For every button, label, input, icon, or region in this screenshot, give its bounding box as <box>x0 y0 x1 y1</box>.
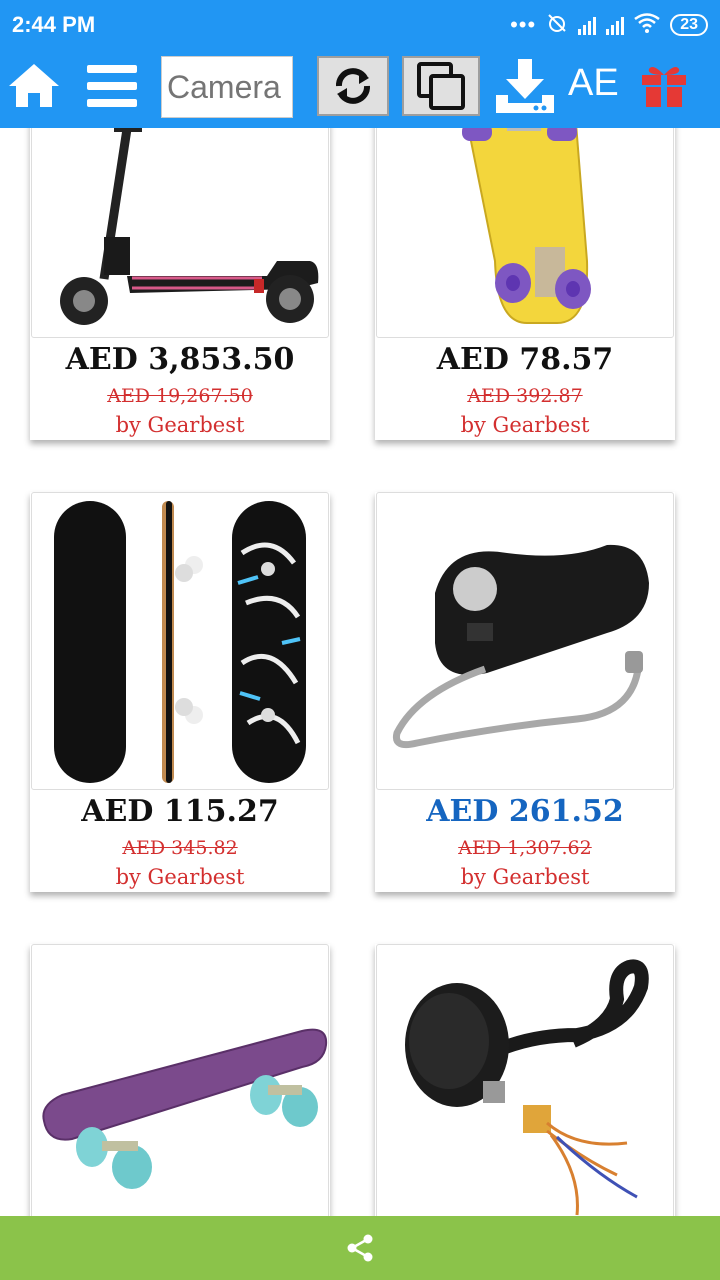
product-card[interactable]: AED 3,853.50 AED 19,267.50 by Gearbest <box>30 110 330 440</box>
country-code[interactable]: AE <box>568 62 619 105</box>
product-card[interactable]: AED 78.57 AED 392.87 by Gearbest <box>375 110 675 440</box>
product-price: AED 78.57 <box>436 342 614 377</box>
product-image-purple-board[interactable] <box>31 944 329 1234</box>
share-icon <box>347 1234 373 1262</box>
refresh-button[interactable] <box>317 56 389 116</box>
refresh-icon <box>336 68 370 104</box>
product-old-price: AED 392.87 <box>467 385 583 407</box>
product-card[interactable]: AED 261.52 AED 1,307.62 by Gearbest <box>375 492 675 892</box>
home-button[interactable] <box>6 54 62 118</box>
product-image-skateboard[interactable] <box>31 492 329 790</box>
copy-button[interactable] <box>402 56 480 116</box>
home-icon <box>9 64 59 107</box>
menu-button[interactable] <box>84 54 140 118</box>
more-dots: ••• <box>510 12 537 37</box>
app-bar: 2:44 PM ••• 23 Camera AE <box>0 0 720 128</box>
product-card[interactable]: AED 115.27 AED 345.82 by Gearbest <box>30 492 330 892</box>
product-price: AED 115.27 <box>81 794 279 829</box>
download-icon <box>496 59 554 113</box>
product-price: AED 3,853.50 <box>65 342 295 377</box>
gift-button[interactable] <box>638 54 690 118</box>
battery-indicator: 23 <box>670 14 708 36</box>
wifi-icon <box>634 12 660 38</box>
download-button[interactable] <box>494 54 556 118</box>
product-seller: by Gearbest <box>115 413 245 437</box>
gift-icon <box>642 67 686 107</box>
share-button[interactable] <box>340 1228 380 1268</box>
product-seller: by Gearbest <box>115 865 245 889</box>
product-card[interactable] <box>375 944 675 1234</box>
menu-icon <box>87 65 137 107</box>
product-old-price: AED 1,307.62 <box>458 837 592 859</box>
product-seller: by Gearbest <box>460 413 590 437</box>
product-seller: by Gearbest <box>460 865 590 889</box>
product-old-price: AED 345.82 <box>122 837 238 859</box>
product-old-price: AED 19,267.50 <box>107 385 253 407</box>
status-icons: ••• 23 <box>510 10 708 40</box>
product-image-remote[interactable] <box>376 492 674 790</box>
bottom-bar <box>0 1216 720 1280</box>
product-grid: AED 3,853.50 AED 19,267.50 by Gearbest A… <box>0 0 720 1280</box>
product-card[interactable] <box>30 944 330 1234</box>
status-time: 2:44 PM <box>12 12 96 37</box>
product-image-motor[interactable] <box>376 944 674 1234</box>
signal-icon-2 <box>606 15 625 35</box>
signal-icon <box>578 15 597 35</box>
alarm-off-icon <box>546 12 568 39</box>
product-price: AED 261.52 <box>426 794 624 829</box>
status-bar: 2:44 PM ••• 23 <box>0 0 720 50</box>
product-image-scooter[interactable] <box>31 110 329 338</box>
search-input[interactable] <box>161 56 293 118</box>
copy-icon <box>417 62 465 110</box>
product-image-yellow-board[interactable] <box>376 110 674 338</box>
